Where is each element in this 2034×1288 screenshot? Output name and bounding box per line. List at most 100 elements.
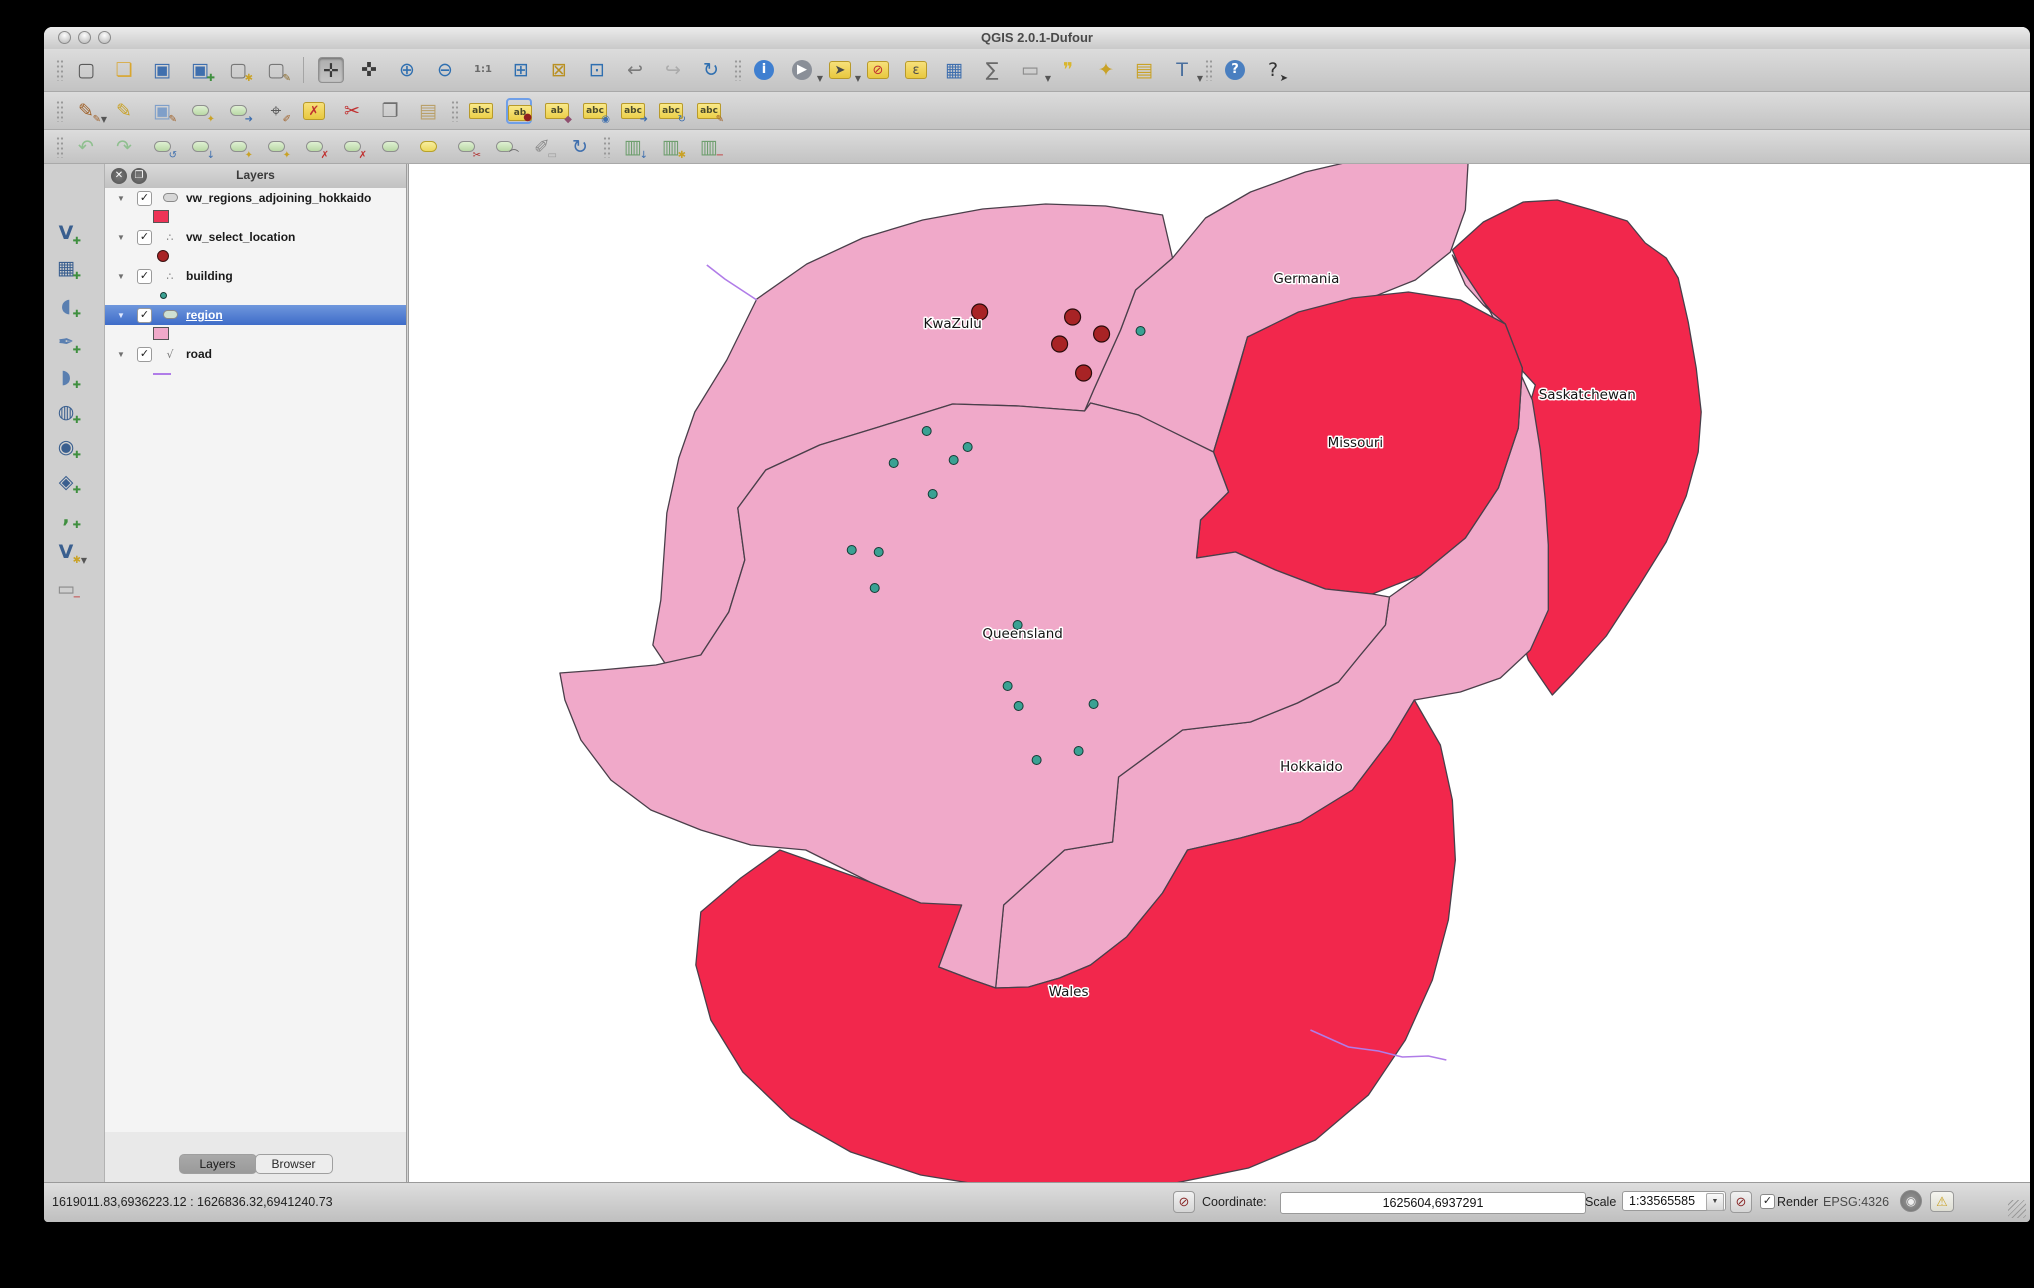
add-postgis-layer-icon[interactable]: ◖ ✚ (53, 293, 81, 320)
split-features-icon[interactable]: ✂ (453, 134, 481, 160)
save-project-icon[interactable]: ▣ (149, 57, 175, 83)
rotate-point-symbols-icon[interactable]: ↻ (567, 134, 593, 160)
select-features-icon[interactable]: ➤ ▼ (827, 57, 861, 83)
delete-part-icon[interactable]: ✗ (339, 134, 367, 160)
layer-visibility-checkbox[interactable]: ✓ (137, 307, 152, 323)
merge-features-icon[interactable]: ⌒ (491, 134, 519, 160)
delete-selected-icon[interactable]: ✗ (301, 98, 327, 124)
open-project-icon[interactable]: ❏ (111, 57, 137, 83)
identify-features-icon[interactable]: i (751, 57, 777, 83)
paste-features-icon[interactable]: ▤ (415, 98, 441, 124)
zoom-to-selection-icon[interactable]: ⊠ (546, 57, 572, 83)
move-feature-icon[interactable]: ➜ (225, 98, 253, 124)
coordinate-input[interactable] (1280, 1192, 1586, 1214)
expand-collapse-icon[interactable]: ▼ (117, 350, 127, 359)
toggle-editing-icon[interactable]: ✎ (111, 98, 137, 124)
add-feature-icon[interactable]: ✦ (187, 98, 215, 124)
add-part-icon[interactable]: ✦ (263, 134, 291, 160)
add-wcs-layer-icon[interactable]: ◉ ✚ (53, 434, 81, 461)
measure-icon[interactable]: ▭ ▼ (1017, 57, 1051, 83)
toolbar-grip-handle[interactable] (56, 135, 63, 158)
toolbar-grip-handle[interactable] (1205, 59, 1212, 81)
text-annotation-icon[interactable]: T ▼ (1169, 57, 1203, 83)
copy-paste-style-2-icon[interactable]: ▥ ✱ (658, 134, 686, 161)
zoom-last-icon[interactable]: ↩ (622, 57, 648, 83)
reshape-features-icon[interactable] (377, 134, 403, 160)
crs-status-icon[interactable]: ◉ (1900, 1190, 1922, 1212)
stop-rendering-icon[interactable]: ⊘ (1730, 1191, 1752, 1213)
layer-visibility-checkbox[interactable]: ✓ (137, 268, 152, 284)
expand-collapse-icon[interactable]: ▼ (117, 311, 127, 320)
add-vector-layer-icon[interactable]: V ✚ (53, 220, 81, 247)
layer-item-building[interactable]: ▼ ✓ ∴ building (105, 266, 406, 286)
copy-paste-style-3-icon[interactable]: ▥ − (696, 134, 724, 161)
render-checkbox[interactable]: ✓ (1760, 1194, 1775, 1209)
help-contents-icon[interactable]: ? (1222, 57, 1248, 83)
whats-this-icon[interactable]: ? ➤ (1260, 57, 1288, 84)
refresh-map-icon[interactable]: ↻ (698, 57, 724, 83)
add-ring-icon[interactable]: ✦ (225, 134, 253, 160)
log-messages-icon[interactable]: ⚠ (1930, 1191, 1954, 1212)
open-attribute-table-icon[interactable]: ▦ (941, 57, 967, 83)
node-tool-icon[interactable]: ⌖ ✐ (263, 98, 291, 125)
toolbar-grip-handle[interactable] (56, 59, 63, 81)
add-mssql-layer-icon[interactable]: ◗ ✚ (53, 364, 81, 391)
show-bookmarks-icon[interactable]: ▤ (1131, 57, 1157, 83)
new-project-icon[interactable]: ▢ (73, 57, 99, 83)
toolbar-grip-handle[interactable] (734, 59, 741, 81)
label-toolbar-icon[interactable]: abc (468, 98, 494, 124)
pan-map-icon[interactable]: ✛ (318, 57, 344, 83)
simplify-feature-icon[interactable]: ↓ (187, 134, 215, 160)
add-wms-layer-icon[interactable]: ◍ ✚ (53, 399, 81, 426)
composer-manager-icon[interactable]: ▢ ✎ (263, 57, 291, 84)
panel-tab-layers[interactable]: Layers (178, 1154, 257, 1174)
map-view[interactable]: Germania KwaZulu Saskatchewan Hokkaido Misso… (409, 164, 2030, 1182)
layer-visibility-checkbox[interactable]: ✓ (137, 190, 152, 206)
zoom-native-icon[interactable]: 1:1 (470, 57, 496, 83)
map-tips-icon[interactable]: ❞ (1055, 57, 1081, 83)
save-project-as-icon[interactable]: ▣ ✚ (187, 57, 215, 84)
current-edits-icon[interactable]: ✎ ✎ ▼ (73, 98, 107, 125)
toolbar-grip-handle[interactable] (56, 99, 63, 122)
zoom-to-layer-icon[interactable]: ⊡ (584, 57, 610, 83)
pin-unpin-labels-icon[interactable]: ab ◆ (544, 98, 572, 124)
map-canvas[interactable]: Germania KwaZulu Saskatchewan Hokkaido Misso… (408, 164, 2030, 1182)
delete-ring-icon[interactable]: ✗ (301, 134, 329, 160)
statistics-panel-icon[interactable]: ∑ (979, 57, 1005, 83)
deselect-features-icon[interactable]: ⊘ (865, 57, 891, 83)
panel-tab-browser[interactable]: Browser (254, 1154, 333, 1174)
new-print-composer-icon[interactable]: ▢ ✱ (225, 57, 253, 84)
layer-visibility-checkbox[interactable]: ✓ (137, 346, 152, 362)
zoom-next-icon[interactable]: ↪ (660, 57, 686, 83)
layer-item-vw_select_location[interactable]: ▼ ✓ ∴ vw_select_location (105, 227, 406, 247)
toolbar-grip-handle[interactable] (603, 135, 610, 158)
save-layer-edits-icon[interactable]: ▣ ✎ (149, 98, 177, 125)
merge-feature-attributes-icon[interactable]: ✐ ▭ (529, 134, 557, 161)
add-delimited-text-layer-icon[interactable]: , ✚ (53, 504, 81, 531)
rotate-feature-icon[interactable]: ↺ (149, 134, 177, 160)
change-label-properties-icon[interactable]: abc ✎ (696, 98, 724, 124)
expand-collapse-icon[interactable]: ▼ (117, 272, 127, 281)
pan-to-selection-icon[interactable]: ✜ (356, 57, 382, 83)
new-shapefile-layer-icon[interactable]: V ✱ ▼ (53, 539, 87, 566)
undo-icon[interactable]: ↶ (73, 134, 99, 160)
toolbar-grip-handle[interactable] (451, 99, 458, 122)
add-spatialite-layer-icon[interactable]: ✒ ✚ (53, 329, 81, 356)
expand-collapse-icon[interactable]: ▼ (117, 194, 127, 203)
resize-grip[interactable] (2008, 1200, 2026, 1218)
cut-features-icon[interactable]: ✂ (339, 98, 365, 124)
zoom-out-icon[interactable]: ⊖ (432, 57, 458, 83)
layer-item-region[interactable]: ▼ ✓ region (105, 305, 406, 325)
redo-icon[interactable]: ↷ (111, 134, 137, 160)
add-raster-layer-icon[interactable]: ▦ ✚ (53, 255, 81, 282)
title-bar[interactable]: QGIS 2.0.1-Dufour (44, 27, 2030, 50)
zoom-in-icon[interactable]: ⊕ (394, 57, 420, 83)
remove-layer-icon[interactable]: ▭ − (53, 576, 81, 603)
copy-features-icon[interactable]: ❐ (377, 98, 403, 124)
show-hide-labels-icon[interactable]: abc ◉ (582, 98, 610, 124)
select-by-expression-icon[interactable]: ε (903, 57, 929, 83)
move-label-icon[interactable]: abc ➜ (620, 98, 648, 124)
copy-paste-style-1-icon[interactable]: ▥ ↓ (620, 134, 648, 161)
set-label-icon[interactable]: ab ● (506, 97, 532, 124)
rotate-label-icon[interactable]: abc ↻ (658, 98, 686, 124)
